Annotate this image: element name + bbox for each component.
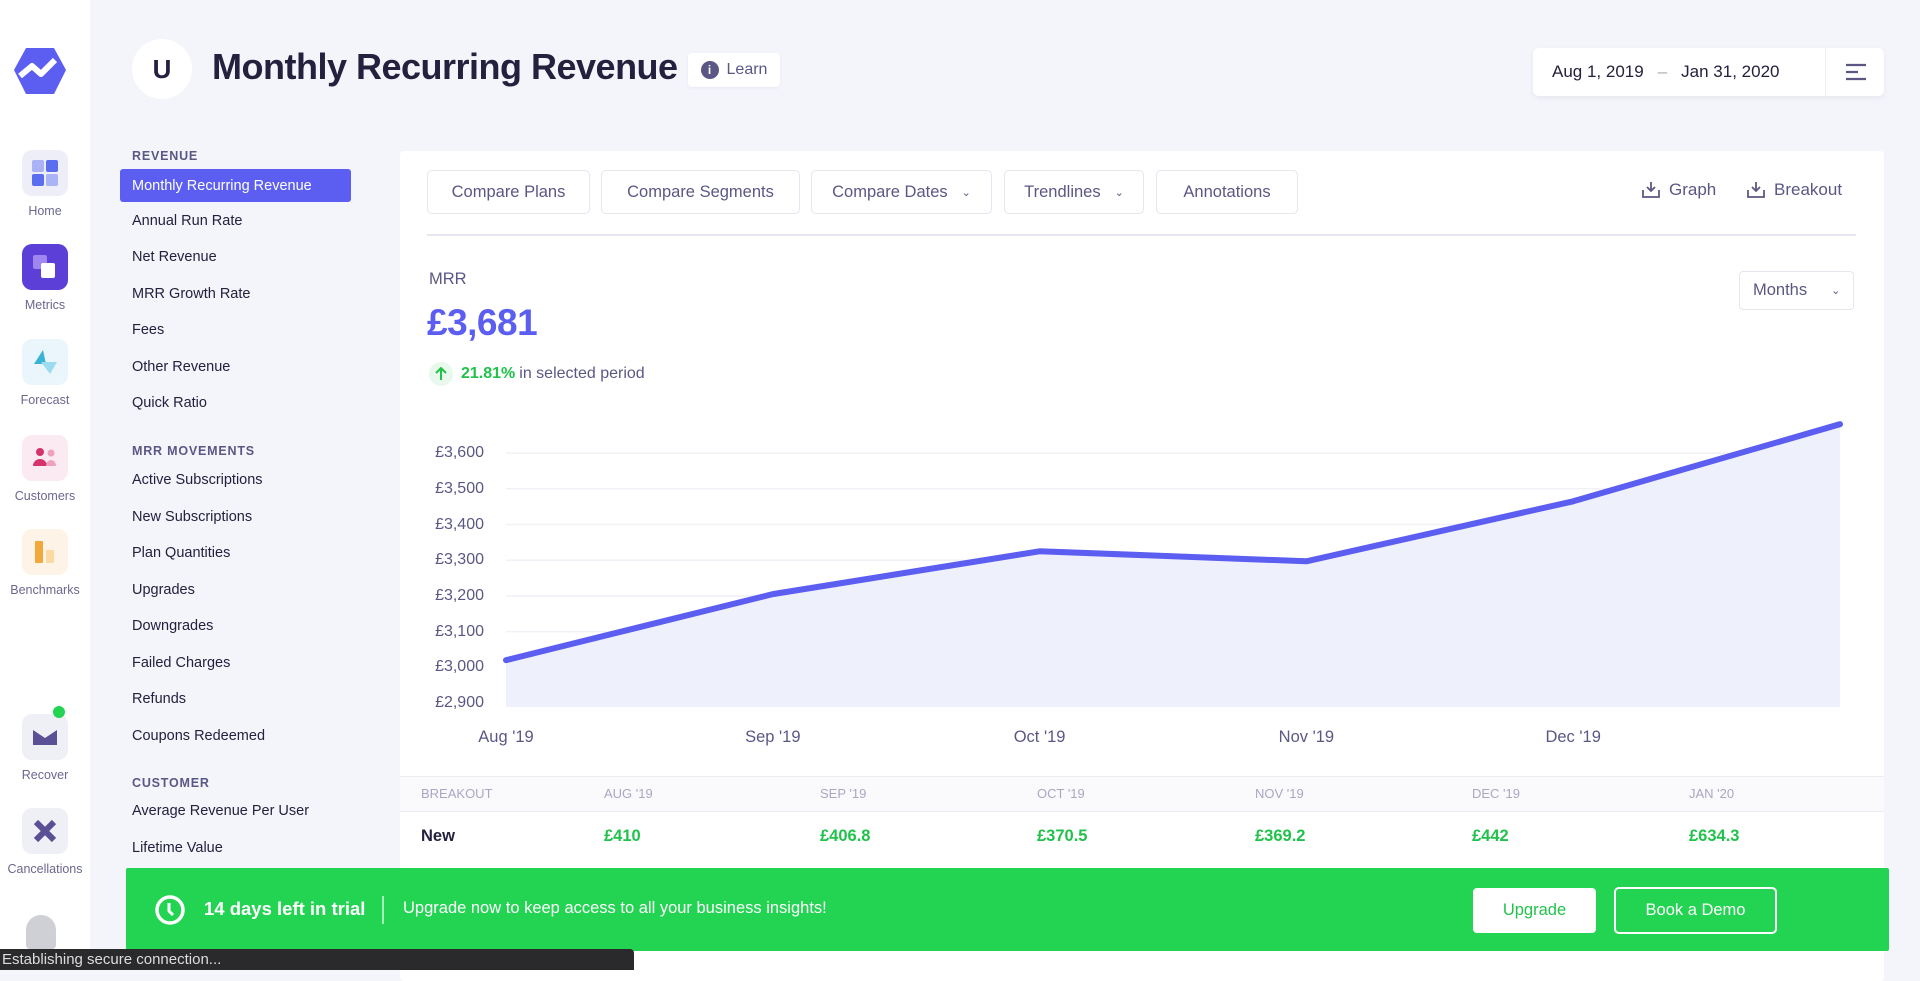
status-bar: Establishing secure connection... <box>0 949 634 970</box>
x-tick-label: Nov '19 <box>1279 728 1334 747</box>
y-tick-label: £3,600 <box>400 444 484 462</box>
mrr-chart <box>0 0 1920 970</box>
x-tick-label: Oct '19 <box>1014 728 1066 747</box>
upgrade-message: Upgrade now to keep access to all your b… <box>403 899 827 918</box>
clock-icon <box>154 894 186 926</box>
trial-banner: 14 days left in trial Upgrade now to kee… <box>126 868 1889 951</box>
table-cell: £370.5 <box>1037 827 1087 846</box>
table-cell: £442 <box>1472 827 1509 846</box>
x-tick-label: Sep '19 <box>745 728 800 747</box>
column-header: JAN '20 <box>1689 786 1734 801</box>
y-tick-label: £3,300 <box>400 551 484 569</box>
table-cell: £406.8 <box>820 827 870 846</box>
column-header: SEP '19 <box>820 786 866 801</box>
y-tick-label: £3,400 <box>400 516 484 534</box>
column-header: NOV '19 <box>1255 786 1304 801</box>
x-tick-label: Aug '19 <box>478 728 533 747</box>
x-tick-label: Dec '19 <box>1545 728 1600 747</box>
table-cell: £410 <box>604 827 641 846</box>
table-cell: £634.3 <box>1689 827 1739 846</box>
column-header: AUG '19 <box>604 786 653 801</box>
y-tick-label: £3,500 <box>400 480 484 498</box>
row-label: New <box>421 827 455 846</box>
column-header: OCT '19 <box>1037 786 1085 801</box>
book-demo-button[interactable]: Book a Demo <box>1614 887 1777 934</box>
y-tick-label: £3,000 <box>400 658 484 676</box>
y-tick-label: £3,200 <box>400 587 484 605</box>
y-tick-label: £2,900 <box>400 694 484 712</box>
table-cell: £369.2 <box>1255 827 1305 846</box>
column-header: BREAKOUT <box>421 786 493 801</box>
column-header: DEC '19 <box>1472 786 1520 801</box>
area-fill <box>506 424 1840 707</box>
y-tick-label: £3,100 <box>400 623 484 641</box>
upgrade-button[interactable]: Upgrade <box>1473 888 1596 933</box>
trial-days-left: 14 days left in trial <box>204 898 365 920</box>
